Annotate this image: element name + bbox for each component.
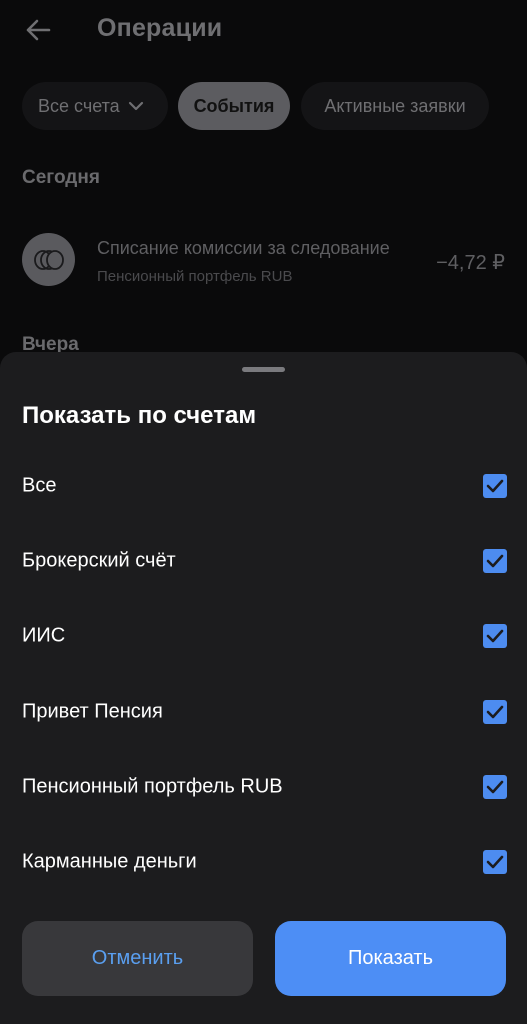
account-option-label: Все [22, 474, 57, 497]
account-option-label: Брокерский счёт [22, 549, 176, 572]
account-option-privet-pensiya[interactable]: Привет Пенсия [0, 682, 527, 742]
operation-amount: −4,72 ₽ [436, 252, 505, 274]
events-filter-chip[interactable]: События [178, 82, 290, 130]
filter-chips: Все счета События Активные заявки [0, 82, 527, 130]
chevron-down-icon [128, 101, 144, 111]
checkmark-icon [486, 780, 504, 794]
active-orders-filter-chip[interactable]: Активные заявки [301, 82, 489, 130]
checkbox[interactable] [483, 775, 507, 799]
checkbox[interactable] [483, 474, 507, 498]
sheet-grabber-handle[interactable] [242, 367, 285, 372]
account-option-label: Привет Пенсия [22, 700, 163, 723]
operation-list-item[interactable]: Списание комиссии за следование Пенсионн… [0, 228, 527, 296]
coins-icon [22, 233, 75, 286]
show-button[interactable]: Показать [275, 921, 506, 996]
account-option-pension-portfolio[interactable]: Пенсионный портфель RUB [0, 757, 527, 817]
accounts-filter-chip[interactable]: Все счета [22, 82, 168, 130]
account-option-iis[interactable]: ИИС [0, 606, 527, 666]
checkbox[interactable] [483, 700, 507, 724]
section-header-today: Сегодня [22, 167, 100, 188]
accounts-filter-label: Все счета [38, 95, 120, 116]
account-option-brokerage[interactable]: Брокерский счёт [0, 531, 527, 591]
checkbox[interactable] [483, 549, 507, 573]
cancel-button[interactable]: Отменить [22, 921, 253, 996]
account-option-label: Пенсионный портфель RUB [22, 775, 283, 798]
account-option-all[interactable]: Все [0, 456, 527, 516]
sheet-title: Показать по счетам [22, 402, 257, 429]
checkmark-icon [486, 629, 504, 643]
account-option-label: ИИС [22, 624, 66, 647]
checkmark-icon [486, 479, 504, 493]
events-filter-label: События [193, 95, 275, 116]
checkbox[interactable] [483, 624, 507, 648]
page-title: Операции [97, 14, 223, 42]
account-option-label: Карманные деньги [22, 850, 197, 873]
back-button[interactable] [20, 12, 56, 48]
checkmark-icon [486, 554, 504, 568]
operation-title: Списание комиссии за следование [97, 238, 390, 258]
checkbox[interactable] [483, 850, 507, 874]
active-orders-filter-label: Активные заявки [324, 95, 466, 116]
header: Операции [0, 0, 527, 64]
checkmark-icon [486, 855, 504, 869]
accounts-bottom-sheet: Показать по счетам Все Брокерский счёт И… [0, 352, 527, 1024]
account-option-pocket-money[interactable]: Карманные деньги [0, 832, 527, 892]
arrow-left-icon [26, 19, 51, 41]
checkmark-icon [486, 705, 504, 719]
operation-subtitle: Пенсионный портфель RUB [97, 268, 293, 285]
